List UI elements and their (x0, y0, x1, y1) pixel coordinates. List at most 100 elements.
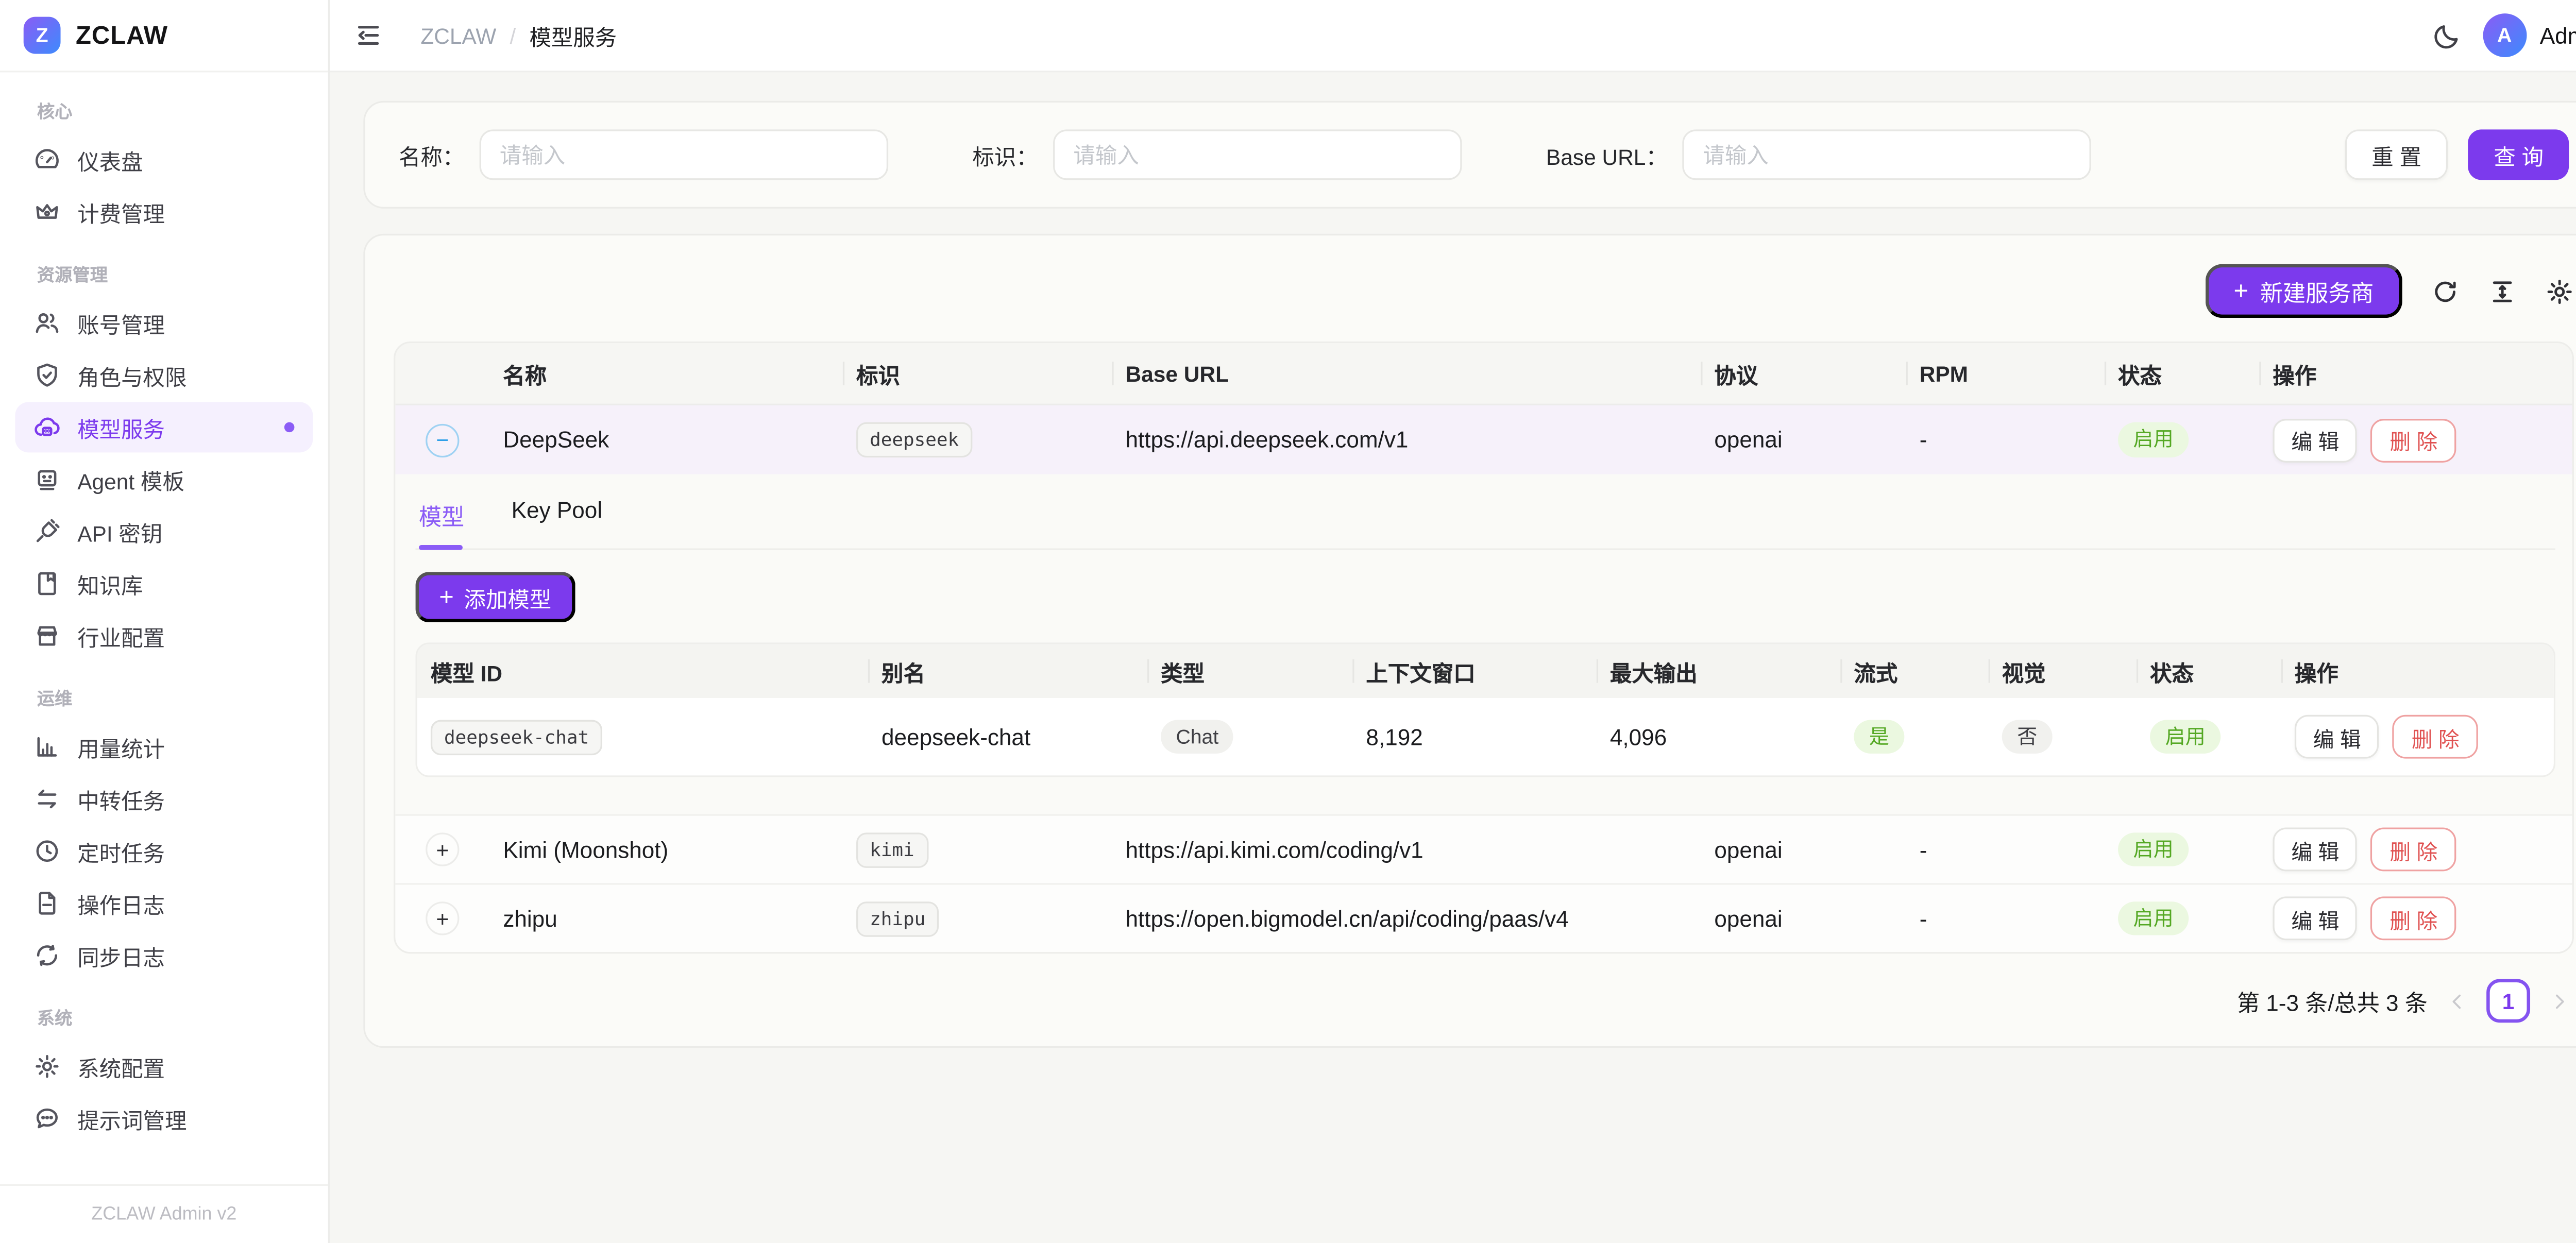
provider-protocol: openai (1701, 906, 1906, 931)
edit-button[interactable]: 编 辑 (2273, 418, 2358, 462)
sidebar-item-label: 用量统计 (77, 731, 165, 763)
row-height-icon[interactable] (2488, 277, 2517, 305)
collapse-sidebar-icon[interactable] (353, 20, 384, 50)
edit-button[interactable]: 编 辑 (2273, 828, 2358, 872)
expand-row-button[interactable]: + (426, 901, 459, 935)
provider-name: zhipu (489, 906, 843, 931)
book-icon (33, 570, 60, 597)
add-model-label: 添加模型 (464, 581, 551, 613)
sidebar-item-label: 仪表盘 (77, 144, 143, 176)
sidebar-item-system-config[interactable]: 系统配置 (15, 1041, 313, 1092)
detail-tabs: 模型 Key Pool (416, 484, 2555, 550)
sidebar-item-relay-tasks[interactable]: 中转任务 (15, 774, 313, 824)
tag-filter-label: 标识： (972, 139, 1038, 171)
column-header-base-url: Base URL (1112, 343, 1701, 404)
tag-filter-input[interactable] (1053, 129, 1462, 180)
swap-icon (33, 786, 60, 812)
sidebar-item-agent-templates[interactable]: Agent 模板 (15, 454, 313, 505)
edit-button[interactable]: 编 辑 (2273, 896, 2358, 940)
header-actions: A Admin (2432, 13, 2576, 57)
sidebar-item-label: 计费管理 (77, 196, 165, 228)
sidebar-item-label: 提示词管理 (77, 1102, 187, 1134)
column-header-vision: 视觉 (1989, 644, 2137, 698)
collapse-row-button[interactable]: − (426, 423, 459, 456)
chevron-left-icon[interactable] (2446, 990, 2468, 1012)
crown-icon (33, 198, 60, 225)
column-header-stream: 流式 (1840, 644, 1988, 698)
provider-tag: deepseek (856, 422, 972, 458)
filter-tag-group: 标识： (972, 129, 1462, 180)
base-url-filter-input[interactable] (1683, 129, 2091, 180)
delete-button[interactable]: 删 除 (2371, 896, 2456, 940)
section-label-ops: 运维 (0, 663, 328, 720)
pagination: 第 1-3 条/总共 3 条 1 (394, 979, 2574, 1023)
delete-model-button[interactable]: 删 除 (2393, 715, 2478, 759)
model-row-deepseek-chat[interactable]: deepseek-chat deepseek-chat Chat 8,192 4… (417, 698, 2554, 775)
sidebar-item-scheduled-tasks[interactable]: 定时任务 (15, 826, 313, 876)
chevron-right-icon[interactable] (2549, 990, 2570, 1012)
settings-icon[interactable] (2545, 277, 2574, 305)
sidebar-item-industry-config[interactable]: 行业配置 (15, 610, 313, 661)
search-button[interactable]: 查 询 (2468, 129, 2569, 180)
plug-icon (33, 518, 60, 545)
delete-button[interactable]: 删 除 (2371, 418, 2456, 462)
model-alias: deepseek-chat (868, 724, 1147, 750)
column-header-context-window: 上下文窗口 (1352, 644, 1596, 698)
app-name: ZCLAW (76, 21, 168, 50)
avatar: A (2483, 13, 2527, 57)
page-number-button[interactable]: 1 (2486, 979, 2530, 1023)
breadcrumb-root[interactable]: ZCLAW (420, 23, 496, 48)
sidebar-item-accounts[interactable]: 账号管理 (15, 298, 313, 348)
sidebar-item-billing[interactable]: 计费管理 (15, 186, 313, 237)
breadcrumb-current: 模型服务 (529, 20, 617, 52)
sidebar-item-prompt-management[interactable]: 提示词管理 (15, 1093, 313, 1144)
status-badge: 启用 (2118, 901, 2189, 936)
tab-models[interactable]: 模型 (419, 498, 464, 549)
user-menu[interactable]: A Admin (2483, 13, 2576, 57)
sidebar-item-roles[interactable]: 角色与权限 (15, 350, 313, 400)
sidebar-item-model-services[interactable]: 模型服务 (15, 402, 313, 452)
table-row-zhipu[interactable]: + zhipu zhipu https://open.bigmodel.cn/a… (395, 883, 2572, 952)
provider-tag: kimi (856, 832, 928, 867)
sidebar-item-api-keys[interactable]: API 密钥 (15, 506, 313, 557)
sidebar-item-label: 行业配置 (77, 620, 165, 652)
dark-mode-toggle-icon[interactable] (2432, 21, 2461, 50)
new-provider-button[interactable]: + 新建服务商 (2205, 264, 2402, 318)
add-model-button[interactable]: + 添加模型 (416, 572, 575, 622)
sidebar-item-label: Agent 模板 (77, 464, 184, 496)
avatar-initial: A (2497, 24, 2512, 47)
tab-key-pool[interactable]: Key Pool (512, 498, 602, 549)
stream-badge: 是 (1854, 720, 1904, 754)
top-header: ZCLAW / 模型服务 A Admin (330, 0, 2576, 72)
sidebar: Z ZCLAW 核心 仪表盘 计费管理 资源管理 账号管理 角色与权限 (0, 0, 330, 1243)
file-text-icon (33, 890, 60, 916)
table-row-kimi[interactable]: + Kimi (Moonshot) kimi https://api.kimi.… (395, 814, 2572, 883)
provider-name: DeepSeek (489, 427, 843, 452)
refresh-icon[interactable] (2431, 277, 2460, 305)
delete-button[interactable]: 删 除 (2371, 828, 2456, 872)
sidebar-item-usage-stats[interactable]: 用量统计 (15, 722, 313, 772)
sidebar-item-knowledge-base[interactable]: 知识库 (15, 558, 313, 609)
sync-icon (33, 942, 60, 969)
breadcrumb-separator: / (510, 23, 516, 48)
column-header-actions: 操作 (2259, 343, 2572, 404)
column-header-max-output: 最大输出 (1597, 644, 1840, 698)
expand-row-button[interactable]: + (426, 832, 459, 866)
breadcrumb: ZCLAW / 模型服务 (420, 20, 617, 52)
reset-button[interactable]: 重 置 (2345, 129, 2448, 180)
sidebar-item-dashboard[interactable]: 仪表盘 (15, 134, 313, 185)
provider-tag: zhipu (856, 901, 939, 936)
table-row-deepseek[interactable]: − DeepSeek deepseek https://api.deepseek… (395, 405, 2572, 474)
users-icon (33, 310, 60, 336)
edit-model-button[interactable]: 编 辑 (2295, 715, 2380, 759)
provider-rpm: - (1906, 837, 2105, 862)
providers-table-header: 名称 标识 Base URL 协议 RPM 状态 操作 (395, 343, 2572, 405)
column-header-protocol: 协议 (1701, 343, 1906, 404)
sidebar-item-sync-logs[interactable]: 同步日志 (15, 930, 313, 981)
name-filter-input[interactable] (480, 129, 888, 180)
sidebar-item-operation-logs[interactable]: 操作日志 (15, 878, 313, 928)
sidebar-nav: 核心 仪表盘 计费管理 资源管理 账号管理 角色与权限 模型服务 (0, 72, 328, 1184)
active-dot (284, 422, 295, 433)
provider-protocol: openai (1701, 837, 1906, 862)
page-content: 名称： 标识： Base URL： 重 置 查 询 (330, 72, 2576, 1243)
